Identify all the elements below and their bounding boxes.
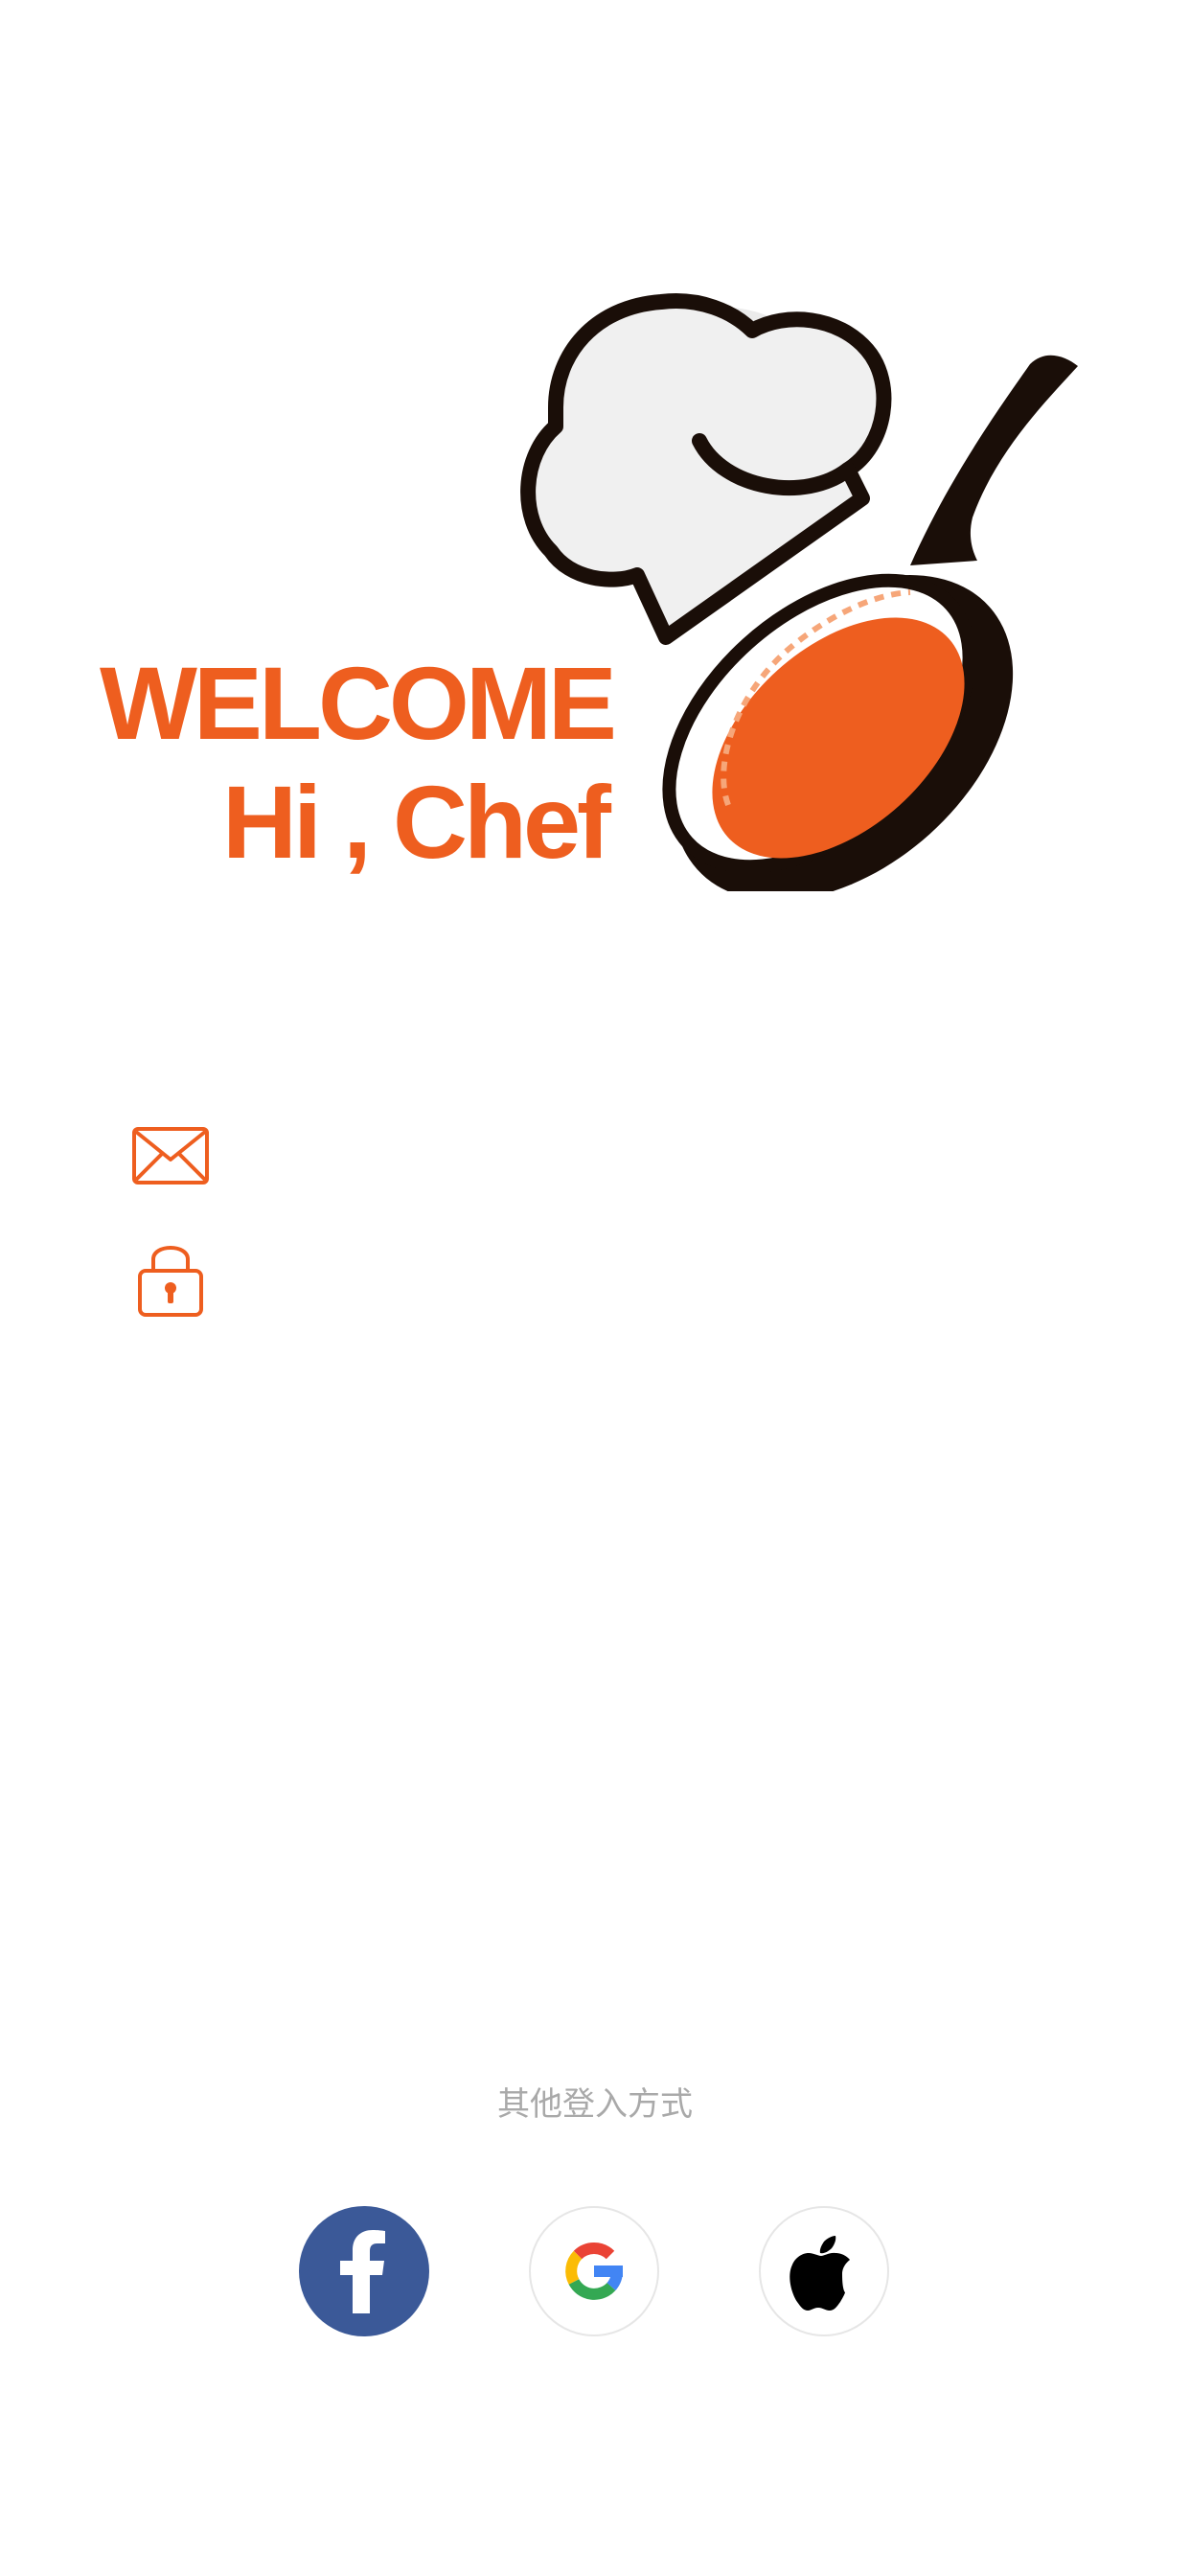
- welcome-title: WELCOME: [100, 645, 617, 761]
- password-input[interactable]: [240, 1240, 1087, 1319]
- apple-icon: [759, 2206, 889, 2336]
- envelope-icon: [132, 1127, 209, 1184]
- welcome-heading: WELCOME Hi , Chef: [100, 644, 617, 882]
- apple-login-button[interactable]: [759, 2206, 889, 2336]
- welcome-subtitle: Hi , Chef: [221, 764, 611, 880]
- email-input[interactable]: [240, 1117, 1087, 1196]
- google-login-button[interactable]: [529, 2206, 659, 2336]
- google-icon: [529, 2206, 659, 2336]
- facebook-login-button[interactable]: [299, 2206, 429, 2336]
- other-login-label: 其他登入方式: [497, 2085, 693, 2124]
- facebook-icon: [299, 2206, 429, 2336]
- lock-icon: [138, 1246, 203, 1317]
